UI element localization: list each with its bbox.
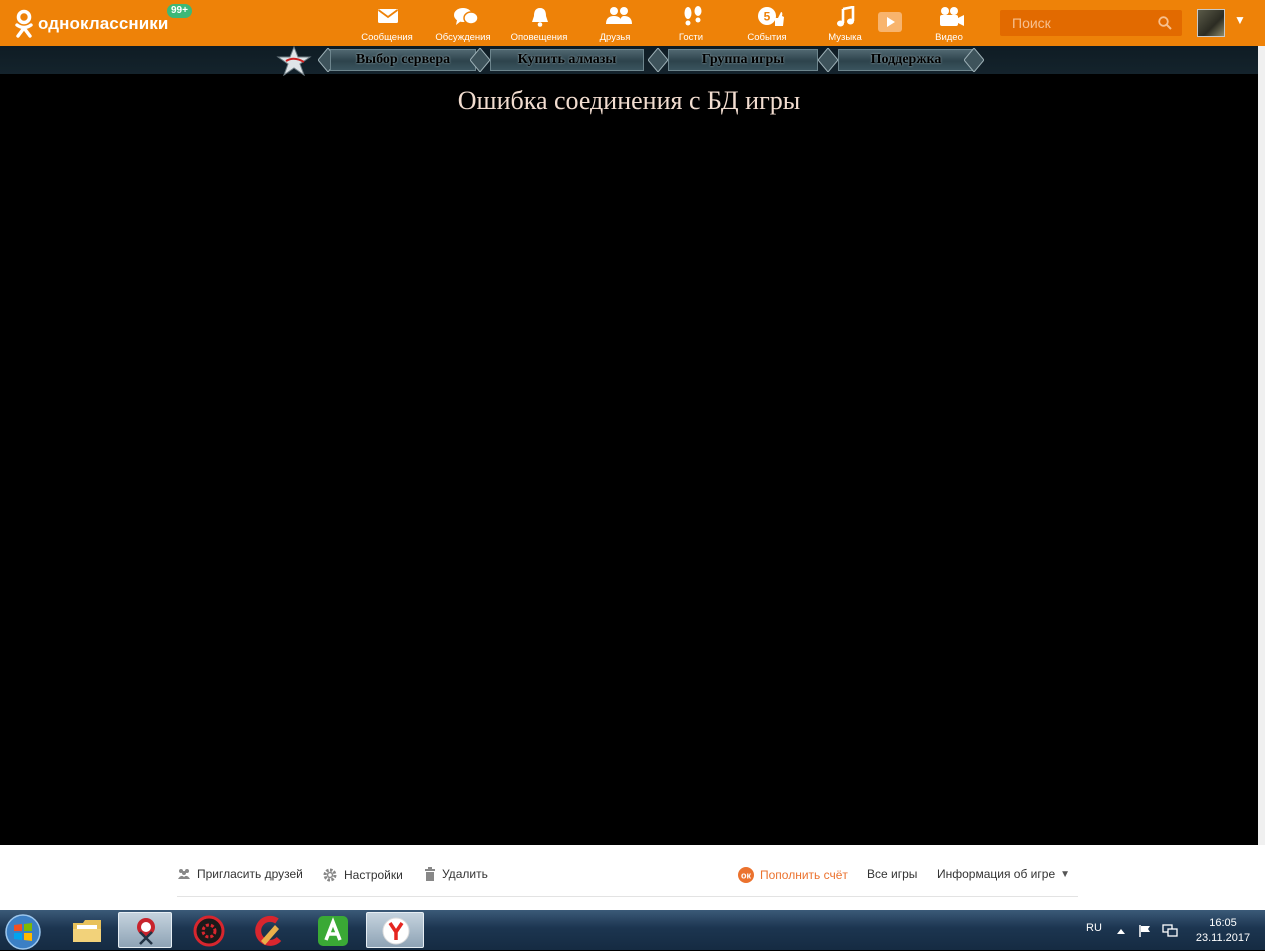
nav-label: Гости [678,32,704,43]
taskbar-snipping-tool[interactable] [118,912,172,948]
svg-text:ок: ок [741,871,751,881]
ok-logo[interactable]: одноклассники [14,9,168,39]
nav-events[interactable]: 5 События [732,0,802,46]
nav-label: События [747,32,787,43]
nav-label: Оповещения [510,32,568,43]
nav-friends[interactable]: Друзья [580,0,650,46]
game-star-icon [276,46,312,76]
chat-bubbles-icon [454,8,479,25]
nav-play[interactable] [868,0,912,46]
video-camera-icon [940,7,964,26]
people-icon [178,869,190,879]
scrollbar[interactable] [1258,46,1265,845]
menu-game-group-button[interactable]: Группа игры [668,49,818,71]
envelope-icon [377,9,399,23]
menu-buy-diamonds-button[interactable]: Купить алмазы [490,49,644,71]
menu-ornament-icon [648,48,668,72]
clock-time: 16:05 [1209,917,1237,929]
tray-language[interactable]: RU [1086,922,1102,934]
invite-friends-link[interactable]: Пригласить друзей [177,867,303,881]
settings-link[interactable]: Настройки [322,867,403,883]
invite-friends-label: Пригласить друзей [197,867,303,881]
topup-link[interactable]: ок Пополнить счёт [738,867,848,883]
nav-label: Друзья [599,32,631,43]
search-input[interactable]: Поиск [1000,10,1182,36]
letter-a-icon [318,916,348,946]
nav-messages[interactable]: Сообщения [352,0,422,46]
taskbar-explorer[interactable] [60,912,114,948]
all-games-link[interactable]: Все игры [867,867,917,881]
ccleaner-icon [255,915,282,946]
trash-icon [425,867,435,881]
menu-ornament-icon [964,48,984,72]
search-icon[interactable] [1158,16,1172,30]
flag-icon[interactable] [1138,924,1152,938]
bell-icon [532,8,548,27]
footprints-icon [684,6,702,26]
game-footer: Пригласить друзей Настройки Удалить ок П… [0,845,1265,910]
nav-video[interactable]: Видео [914,0,984,46]
game-info-dropdown[interactable]: Информация об игре ▼ [937,867,1070,881]
windows-taskbar: RU 16:05 23.11.2017 [0,910,1265,950]
game-info-label: Информация об игре [937,867,1056,881]
folder-icon [73,920,101,942]
menu-ornament-icon [470,48,490,72]
logo-text: одноклассники [38,14,169,33]
events-like-icon: 5 [758,7,784,26]
chevron-down-icon: ▼ [1060,868,1071,880]
avatar-menu-caret-icon[interactable]: ▼ [1234,13,1246,27]
nav-label: Сообщения [361,32,413,43]
events-count: 5 [764,10,771,24]
taskbar-app-red[interactable] [182,912,236,948]
footer-divider [177,896,1078,897]
menu-ornament-icon [818,48,838,72]
ok-coin-icon: ок [738,867,754,883]
nav-notifications[interactable]: Оповещения [504,0,574,46]
taskbar-ccleaner[interactable] [242,912,296,948]
taskbar-app-green[interactable] [306,912,360,948]
topup-label: Пополнить счёт [760,868,848,882]
ok-header: одноклассники 99+ Сообщения Обсуждения О… [0,0,1265,46]
scissors-icon [137,918,155,945]
gear-icon [323,868,337,882]
notification-badge[interactable]: 99+ [166,3,193,19]
search-placeholder: Поиск [1012,15,1051,31]
all-games-label: Все игры [867,867,918,881]
clock-date: 23.11.2017 [1195,932,1251,944]
friends-icon [606,7,632,24]
start-button[interactable] [0,912,50,950]
game-frame[interactable] [0,46,1258,845]
nav-label: Обсуждения [435,32,491,43]
error-message: Ошибка соединения с БД игры [457,86,801,115]
ok-logo-icon [15,9,33,38]
music-note-icon [837,6,855,27]
delete-label: Удалить [442,867,488,881]
menu-support-button[interactable]: Поддержка [838,49,974,71]
gear-app-icon [193,915,225,947]
taskbar-yandex-browser[interactable] [366,912,424,948]
play-icon [878,12,902,32]
nav-discussions[interactable]: Обсуждения [428,0,498,46]
avatar[interactable] [1197,9,1225,37]
settings-label: Настройки [344,868,403,882]
network-icon[interactable] [1162,924,1178,938]
yandex-browser-icon [382,917,410,945]
menu-server-select-button[interactable]: Выбор сервера [330,49,476,71]
nav-label: Видео [935,32,963,43]
delete-link[interactable]: Удалить [424,867,488,881]
nav-guests[interactable]: Гости [656,0,726,46]
tray-expand-icon[interactable] [1116,927,1126,935]
windows-start-icon [5,914,41,950]
tray-clock[interactable]: 16:05 23.11.2017 [1192,916,1254,946]
